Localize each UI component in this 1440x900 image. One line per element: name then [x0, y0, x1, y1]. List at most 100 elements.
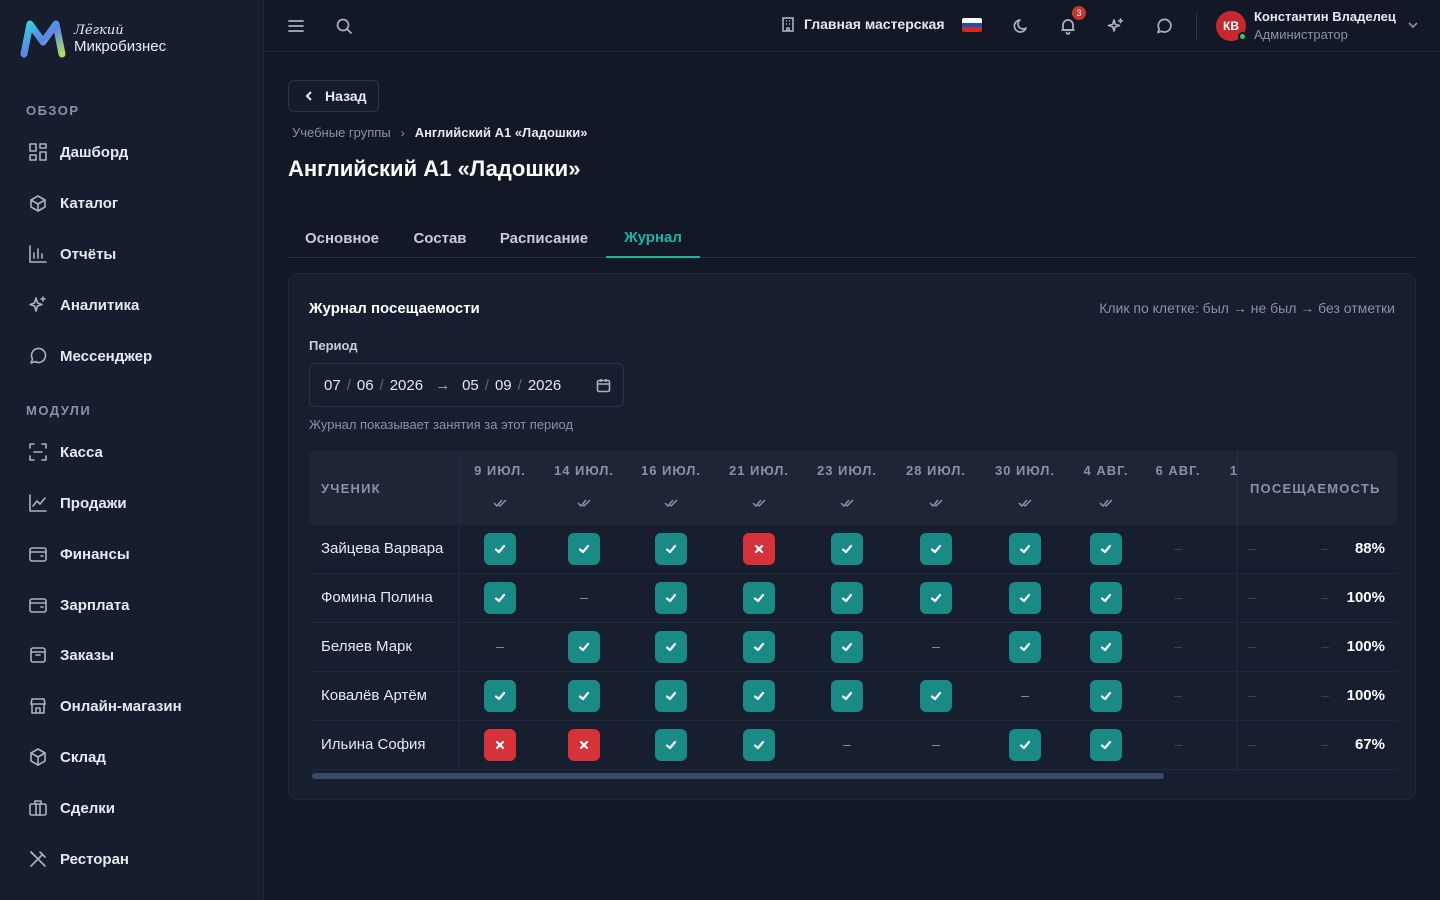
- attendance-cell-present[interactable]: [1009, 631, 1041, 663]
- attendance-cell-present[interactable]: [655, 631, 687, 663]
- attendance-cell-empty[interactable]: –: [1162, 540, 1194, 556]
- attendance-cell-present[interactable]: [1009, 582, 1041, 614]
- period-to-day[interactable]: 05: [462, 377, 479, 394]
- horizontal-scrollbar[interactable]: [312, 773, 1164, 779]
- mark-all-button[interactable]: [457, 495, 543, 513]
- attendance-cell-absent[interactable]: [568, 729, 600, 761]
- attendance-cell-present[interactable]: [1009, 729, 1041, 761]
- mark-all-button[interactable]: [716, 495, 802, 513]
- mark-all-button[interactable]: [893, 495, 979, 513]
- check-icon: [1100, 691, 1112, 701]
- language-flag-ru[interactable]: [962, 18, 982, 32]
- attendance-cell-empty[interactable]: –: [568, 589, 600, 605]
- close-icon: [579, 740, 589, 750]
- attendance-cell-present[interactable]: [831, 582, 863, 614]
- period-from-year[interactable]: 2026: [390, 377, 423, 394]
- brand-logo[interactable]: Лёгкий Микробизнес: [20, 20, 166, 58]
- attendance-cell-present[interactable]: [655, 680, 687, 712]
- attendance-cell-empty[interactable]: –: [920, 736, 952, 752]
- theme-toggle-button[interactable]: [1009, 14, 1033, 38]
- attendance-cell-present[interactable]: [1090, 582, 1122, 614]
- attendance-cell-absent[interactable]: [484, 729, 516, 761]
- user-name[interactable]: Константин Владелец: [1254, 9, 1396, 24]
- attendance-cell-empty[interactable]: –: [484, 638, 516, 654]
- sidebar-item-salary[interactable]: Зарплата: [28, 593, 130, 617]
- attendance-cell-present[interactable]: [831, 533, 863, 565]
- tab-journal[interactable]: Журнал: [606, 218, 700, 258]
- attendance-cell-present[interactable]: [743, 631, 775, 663]
- breadcrumb-item-groups[interactable]: Учебные группы: [292, 125, 391, 140]
- attendance-cell-present[interactable]: [655, 533, 687, 565]
- attendance-cell-present[interactable]: [743, 729, 775, 761]
- tab-members[interactable]: Состав: [396, 218, 484, 258]
- sidebar-item-shop[interactable]: Онлайн-магазин: [28, 694, 182, 718]
- sidebar-item-finance[interactable]: Финансы: [28, 542, 130, 566]
- user-menu-toggle[interactable]: [1406, 18, 1420, 32]
- attendance-cell-present[interactable]: [1090, 680, 1122, 712]
- sidebar-item-catalog[interactable]: Каталог: [28, 191, 118, 215]
- calendar-icon[interactable]: [596, 378, 611, 393]
- attendance-cell-empty[interactable]: –: [1162, 638, 1194, 654]
- attendance-cell-present[interactable]: [743, 582, 775, 614]
- attendance-cell-present[interactable]: [568, 631, 600, 663]
- mark-all-button[interactable]: [541, 495, 627, 513]
- mark-all-button[interactable]: [804, 495, 890, 513]
- sidebar-item-analytics[interactable]: Аналитика: [28, 293, 139, 317]
- attendance-cell-present[interactable]: [655, 729, 687, 761]
- attendance-cell-present[interactable]: [920, 533, 952, 565]
- period-date-range-input[interactable]: 07 / 06 / 2026 → 05 / 09 / 2026: [309, 363, 624, 407]
- attendance-cell-present[interactable]: [831, 631, 863, 663]
- sidebar-item-cashier[interactable]: Касса: [28, 440, 103, 464]
- attendance-cell-empty[interactable]: –: [1162, 687, 1194, 703]
- attendance-cell-empty[interactable]: –: [1162, 736, 1194, 752]
- attendance-cell-absent[interactable]: [743, 533, 775, 565]
- column-header-date: 28 ИЮЛ.: [905, 463, 967, 478]
- attendance-cell-empty[interactable]: –: [1162, 589, 1194, 605]
- attendance-cell-present[interactable]: [568, 680, 600, 712]
- sidebar-item-deals[interactable]: Сделки: [28, 796, 115, 820]
- sidebar-item-reports[interactable]: Отчёты: [28, 242, 116, 266]
- sidebar-item-dashboard[interactable]: Дашборд: [28, 140, 128, 164]
- messages-button[interactable]: [1152, 14, 1176, 38]
- attendance-cell-present[interactable]: [1090, 533, 1122, 565]
- search-button[interactable]: [332, 14, 356, 38]
- mark-all-button[interactable]: [1063, 495, 1149, 513]
- attendance-cell-present[interactable]: [1090, 631, 1122, 663]
- sidebar-item-warehouse[interactable]: Склад: [28, 745, 106, 769]
- attendance-cell-empty[interactable]: –: [1009, 687, 1041, 703]
- tab-main[interactable]: Основное: [288, 218, 396, 258]
- attendance-cell-present[interactable]: [484, 680, 516, 712]
- attendance-cell-empty[interactable]: –: [831, 736, 863, 752]
- attendance-cell-present[interactable]: [1090, 729, 1122, 761]
- workspace-selector[interactable]: Главная мастерская: [780, 16, 945, 32]
- arrow-right-icon: →: [435, 376, 451, 394]
- mark-all-button[interactable]: [628, 495, 714, 513]
- check-icon: [1019, 740, 1031, 750]
- sidebar-item-sales[interactable]: Продажи: [28, 491, 127, 515]
- notifications-badge: 3: [1072, 6, 1086, 20]
- briefcase-icon: [29, 800, 47, 816]
- period-to-year[interactable]: 2026: [528, 377, 561, 394]
- mark-all-button[interactable]: [982, 495, 1068, 513]
- attendance-table: УЧЕНИК 9 ИЮЛ. 14 ИЮЛ. 16 ИЮЛ. 21 ИЮЛ. 23 ИЮЛ…: [309, 451, 1397, 771]
- attendance-cell-present[interactable]: [831, 680, 863, 712]
- period-to-month[interactable]: 09: [495, 377, 512, 394]
- sidebar-item-orders[interactable]: Заказы: [28, 643, 114, 667]
- attendance-cell-present[interactable]: [484, 582, 516, 614]
- attendance-cell-present[interactable]: [920, 680, 952, 712]
- attendance-cell-present[interactable]: [743, 680, 775, 712]
- attendance-cell-empty[interactable]: –: [920, 638, 952, 654]
- sidebar-item-restaurant[interactable]: Ресторан: [28, 847, 129, 871]
- attendance-cell-present[interactable]: [568, 533, 600, 565]
- attendance-cell-present[interactable]: [920, 582, 952, 614]
- period-from-day[interactable]: 07: [324, 377, 341, 394]
- sidebar-item-messenger[interactable]: Мессенджер: [28, 344, 152, 368]
- attendance-cell-present[interactable]: [1009, 533, 1041, 565]
- attendance-cell-present[interactable]: [655, 582, 687, 614]
- ai-assistant-button[interactable]: [1104, 14, 1128, 38]
- menu-toggle-button[interactable]: [284, 14, 308, 38]
- attendance-cell-present[interactable]: [484, 533, 516, 565]
- tab-schedule[interactable]: Расписание: [484, 218, 604, 258]
- period-from-month[interactable]: 06: [357, 377, 374, 394]
- back-button[interactable]: Назад: [288, 80, 379, 112]
